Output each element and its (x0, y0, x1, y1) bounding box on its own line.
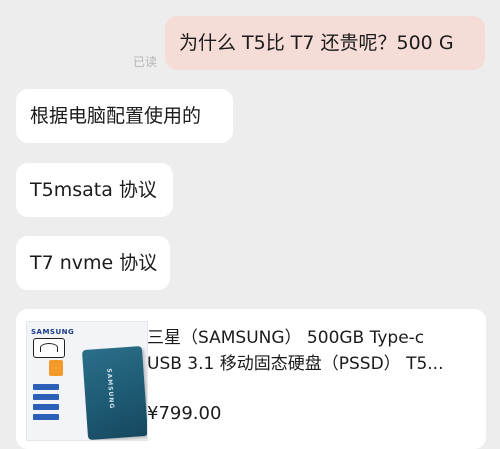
ssd-drive-icon: SAMSUNG (81, 346, 147, 440)
product-price: ¥799.00 (147, 403, 222, 424)
product-title-line-2: USB 3.1 移动固态硬盘（PSSD） T5... (147, 354, 444, 374)
feature-tag (33, 394, 59, 400)
message-text: 根据电脑配置使用的 (30, 105, 202, 127)
message-bubble-incoming[interactable]: T7 nvme 协议 (16, 236, 170, 290)
ssd-logo: SAMSUNG (105, 368, 116, 410)
product-badge-icon (49, 360, 63, 376)
message-text: T7 nvme 协议 (30, 252, 158, 274)
message-bubble-incoming[interactable]: T5msata 协议 (16, 163, 173, 217)
message-text: 为什么 T5比 T7 还贵呢？500 G (179, 32, 454, 54)
message-text: T5msata 协议 (30, 179, 157, 201)
message-bubble-incoming[interactable]: 根据电脑配置使用的 (16, 89, 233, 143)
product-image: SAMSUNG SAMSUNG (26, 321, 148, 441)
read-receipt: 已读 (132, 55, 157, 69)
product-title-line-1: 三星（SAMSUNG） 500GB Type-c (147, 328, 425, 348)
product-card[interactable]: SAMSUNG SAMSUNG 三星（SAMSUNG） 500GB Type-c… (16, 309, 486, 449)
feature-tag (33, 384, 59, 390)
speed-gauge-icon (33, 338, 65, 358)
message-bubble-outgoing[interactable]: 为什么 T5比 T7 还贵呢？500 G (165, 16, 485, 70)
brand-logo: SAMSUNG (31, 328, 75, 336)
product-title[interactable]: 三星（SAMSUNG） 500GB Type-c USB 3.1 移动固态硬盘（… (147, 325, 477, 377)
feature-tag (33, 404, 59, 410)
